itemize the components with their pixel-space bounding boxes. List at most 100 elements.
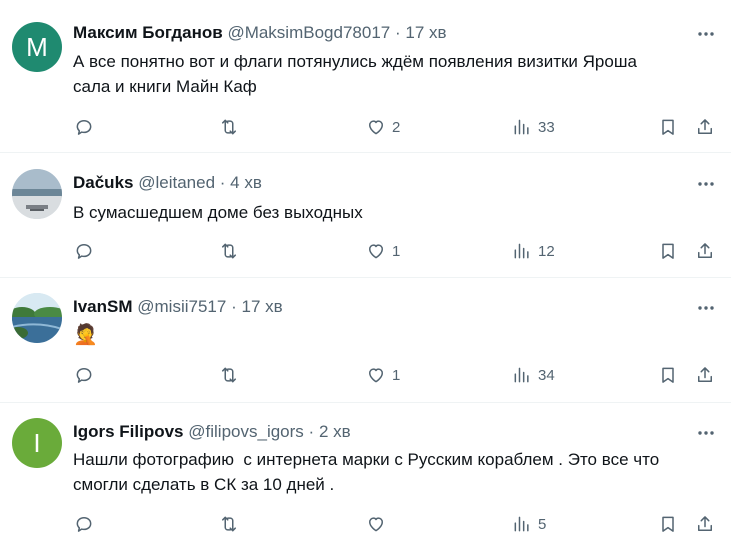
reply-icon [76, 244, 92, 259]
separator-dot: · [231, 297, 237, 316]
more-options-icon[interactable] [695, 297, 717, 319]
tweet-text: Нашли фотографию с интернета марки с Рус… [73, 447, 713, 497]
author-name[interactable]: Максим Богданов [73, 23, 223, 42]
reply-button[interactable] [74, 512, 100, 536]
views-icon [514, 243, 529, 259]
repost-button[interactable] [219, 239, 245, 263]
like-button[interactable] [366, 512, 392, 536]
avatar[interactable]: M [12, 22, 62, 72]
more-options-icon[interactable] [695, 23, 717, 45]
views-button[interactable]: 12 [512, 239, 555, 263]
like-button[interactable]: 2 [366, 115, 400, 139]
repost-button[interactable] [219, 363, 245, 387]
reply-button[interactable] [74, 115, 100, 139]
like-button[interactable]: 1 [366, 363, 400, 387]
bookmark-button[interactable] [658, 512, 678, 536]
share-icon [698, 119, 712, 134]
beach-photo-avatar-image [12, 169, 62, 219]
share-icon [698, 516, 712, 531]
avatar[interactable] [12, 169, 62, 219]
tweet-text: 🤦 [73, 323, 713, 348]
tweet[interactable]: I Igors Filipovs @filipovs_igors · 2 хв … [0, 403, 731, 548]
avatar-letter: I [33, 427, 41, 458]
views-count: 33 [538, 118, 555, 136]
tweet-header: Максим Богданов @MaksimBogd78017 · 17 хв [73, 22, 447, 44]
bookmark-button[interactable] [658, 239, 678, 263]
heart-icon [369, 244, 383, 259]
reply-icon [76, 368, 92, 383]
author-handle[interactable]: @leitaned [138, 173, 215, 192]
author-handle[interactable]: @MaksimBogd78017 [227, 23, 390, 42]
tweet-text: В сумасшедшем доме без выходных [73, 200, 713, 225]
views-icon [514, 367, 529, 383]
like-count: 1 [392, 366, 401, 384]
share-button[interactable] [695, 363, 715, 387]
text-line: В сумасшедшем доме без выходных [73, 203, 363, 222]
text-line: Нашли фотографию с интернета марки с Рус… [73, 450, 660, 469]
timestamp[interactable]: 17 хв [241, 297, 282, 316]
more-options-icon[interactable] [695, 173, 717, 195]
reply-button[interactable] [74, 239, 100, 263]
like-count: 2 [392, 118, 401, 136]
action-bar: 1 34 [0, 363, 731, 387]
repost-icon [222, 516, 236, 532]
timestamp[interactable]: 2 хв [319, 422, 351, 441]
reply-icon [76, 120, 92, 135]
tweet-header: Igors Filipovs @filipovs_igors · 2 хв [73, 421, 351, 443]
repost-button[interactable] [219, 115, 245, 139]
text-line: сала и книги Майн Каф [73, 77, 257, 96]
views-button[interactable]: 34 [512, 363, 555, 387]
author-name[interactable]: Dačuks [73, 173, 133, 192]
avatar-letter: M [26, 31, 48, 62]
share-icon [698, 367, 712, 382]
repost-icon [222, 119, 236, 135]
like-button[interactable]: 1 [366, 239, 400, 263]
separator-dot: · [219, 173, 226, 192]
bookmark-icon [662, 119, 674, 135]
bookmark-button[interactable] [658, 115, 678, 139]
share-icon [698, 243, 712, 258]
heart-icon [369, 368, 383, 383]
river-photo-avatar-image [12, 293, 62, 343]
heart-icon [369, 517, 383, 532]
facepalm-emoji: 🤦 [73, 324, 98, 346]
repost-button[interactable] [219, 512, 245, 536]
views-icon [514, 119, 529, 135]
share-button[interactable] [695, 239, 715, 263]
author-name[interactable]: Igors Filipovs [73, 422, 184, 441]
tweet[interactable]: M Максим Богданов @MaksimBogd78017 · 17 … [0, 0, 731, 153]
tweet[interactable]: Dačuks @leitaned · 4 хв В сумасшедшем до… [0, 153, 731, 278]
more-options-icon[interactable] [695, 422, 717, 444]
reply-button[interactable] [74, 363, 100, 387]
avatar[interactable] [12, 293, 62, 343]
action-bar: 5 [0, 512, 731, 536]
action-bar: 1 12 [0, 239, 731, 263]
bookmark-button[interactable] [658, 363, 678, 387]
views-count: 5 [538, 515, 547, 533]
author-handle[interactable]: @misii7517 [137, 297, 226, 316]
text-line: смогли сделать в СК за 10 дней . [73, 475, 335, 494]
repost-icon [222, 243, 236, 259]
share-button[interactable] [695, 512, 715, 536]
separator-dot: · [308, 422, 315, 441]
bookmark-icon [662, 516, 674, 532]
tweet[interactable]: IvanSM @misii7517 · 17 хв 🤦 1 34 [0, 278, 731, 403]
author-name[interactable]: IvanSM [73, 297, 133, 316]
views-button[interactable]: 33 [512, 115, 555, 139]
reply-icon [76, 517, 92, 532]
views-count: 12 [538, 242, 555, 260]
like-count: 1 [392, 242, 401, 260]
timestamp[interactable]: 4 хв [230, 173, 262, 192]
author-handle[interactable]: @filipovs_igors [188, 422, 304, 441]
separator-dot: · [394, 23, 401, 42]
bookmark-icon [662, 243, 674, 259]
share-button[interactable] [695, 115, 715, 139]
avatar[interactable]: I [12, 418, 62, 468]
tweet-header: IvanSM @misii7517 · 17 хв [73, 296, 283, 318]
views-icon [514, 516, 529, 532]
repost-icon [222, 367, 236, 383]
action-bar: 2 33 [0, 115, 731, 139]
views-button[interactable]: 5 [512, 512, 546, 536]
tweet-text: А все понятно вот и флаги потянулись ждё… [73, 49, 713, 99]
timestamp[interactable]: 17 хв [405, 23, 446, 42]
